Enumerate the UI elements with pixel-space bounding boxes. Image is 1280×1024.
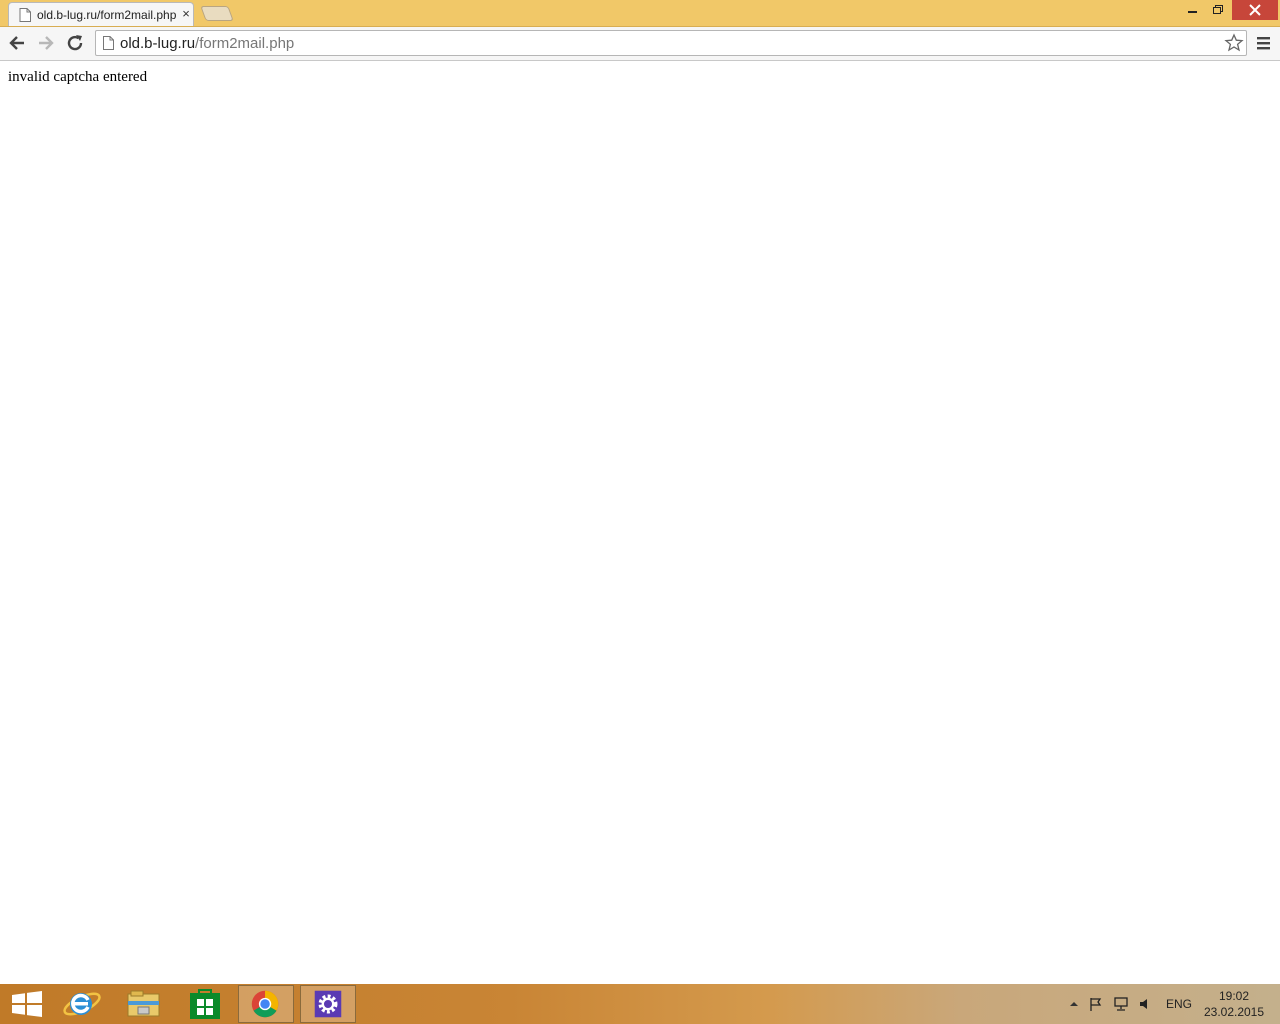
clock-time: 19:02 bbox=[1218, 989, 1250, 1003]
browser-tab[interactable]: old.b-lug.ru/form2mail.php × bbox=[8, 2, 194, 26]
store-icon[interactable] bbox=[177, 985, 233, 1023]
close-icon bbox=[1249, 4, 1261, 16]
chrome-icon[interactable] bbox=[238, 985, 294, 1023]
show-hidden-icons-icon[interactable] bbox=[1066, 996, 1082, 1012]
url-path: /form2mail.php bbox=[195, 35, 295, 52]
address-bar[interactable]: old.b-lug.ru/form2mail.php bbox=[95, 30, 1247, 56]
settings-icon[interactable] bbox=[300, 985, 356, 1023]
volume-icon[interactable] bbox=[1138, 996, 1154, 1012]
minimize-icon bbox=[1188, 11, 1197, 13]
minimize-button[interactable] bbox=[1180, 0, 1204, 20]
title-bar: old.b-lug.ru/form2mail.php × bbox=[0, 0, 1280, 27]
system-clock[interactable]: 19:02 23.02.2015 bbox=[1198, 989, 1270, 1020]
hamburger-menu-icon[interactable] bbox=[1253, 33, 1275, 53]
bookmark-star-icon[interactable] bbox=[1224, 33, 1244, 53]
input-language[interactable]: ENG bbox=[1162, 997, 1196, 1011]
back-arrow-icon[interactable] bbox=[6, 32, 28, 54]
restore-icon bbox=[1213, 5, 1223, 14]
action-center-flag-icon[interactable] bbox=[1088, 996, 1104, 1012]
reload-icon[interactable] bbox=[64, 32, 86, 54]
tab-close-icon[interactable]: × bbox=[179, 6, 193, 22]
url-host: old.b-lug.ru bbox=[120, 35, 196, 52]
forward-arrow-icon[interactable] bbox=[35, 32, 57, 54]
network-icon[interactable] bbox=[1113, 996, 1129, 1012]
page-icon bbox=[103, 36, 114, 50]
browser-toolbar: old.b-lug.ru/form2mail.php bbox=[0, 27, 1280, 61]
page-icon bbox=[19, 8, 31, 22]
page-content: invalid captcha entered bbox=[0, 61, 1280, 984]
restore-button[interactable] bbox=[1206, 0, 1230, 20]
close-window-button[interactable] bbox=[1232, 0, 1278, 20]
tab-title: old.b-lug.ru/form2mail.php bbox=[37, 8, 177, 22]
internet-explorer-icon[interactable] bbox=[54, 985, 110, 1023]
start-icon[interactable] bbox=[4, 985, 60, 1023]
new-tab-button[interactable] bbox=[200, 6, 234, 21]
url-text[interactable]: old.b-lug.ru/form2mail.php bbox=[120, 35, 294, 52]
clock-date: 23.02.2015 bbox=[1203, 1005, 1265, 1019]
file-explorer-icon[interactable] bbox=[116, 985, 172, 1023]
taskbar: ENG 19:02 23.02.2015 bbox=[0, 984, 1280, 1024]
error-message: invalid captcha entered bbox=[8, 69, 148, 85]
